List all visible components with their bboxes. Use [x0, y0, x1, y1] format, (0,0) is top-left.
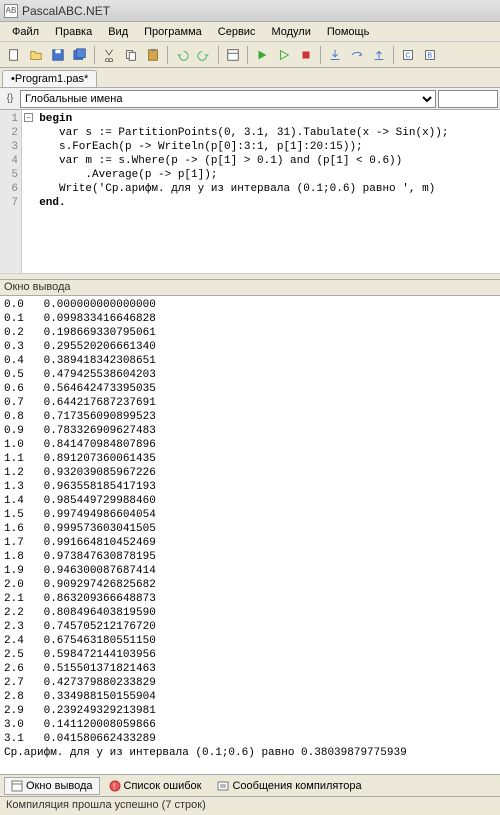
- open-file-icon[interactable]: [26, 45, 46, 65]
- scope-icon: {}: [2, 91, 18, 107]
- code-line: end.: [39, 197, 65, 209]
- compile-icon[interactable]: C: [398, 45, 418, 65]
- step-over-icon[interactable]: [347, 45, 367, 65]
- menubar: Файл Правка Вид Программа Сервис Модули …: [0, 22, 500, 42]
- scope-bar: {} Глобальные имена: [0, 88, 500, 110]
- statusbar: Компиляция прошла успешно (7 строк): [0, 797, 500, 815]
- window-title: PascalABC.NET: [22, 4, 110, 18]
- app-icon: AB: [4, 4, 18, 18]
- menu-file[interactable]: Файл: [4, 24, 47, 40]
- svg-text:B: B: [427, 52, 432, 59]
- scope-select[interactable]: Глобальные имена: [20, 90, 436, 108]
- separator: [320, 46, 321, 64]
- separator: [247, 46, 248, 64]
- paste-icon[interactable]: [143, 45, 163, 65]
- redo-icon[interactable]: [194, 45, 214, 65]
- separator: [393, 46, 394, 64]
- tab-label: Окно вывода: [26, 780, 93, 792]
- errors-tab-icon: !: [109, 780, 121, 792]
- tab-program1[interactable]: •Program1.pas*: [2, 70, 97, 87]
- step-into-icon[interactable]: [325, 45, 345, 65]
- output-panel[interactable]: 0.0 0.000000000000000 0.1 0.099833416646…: [0, 296, 500, 775]
- compiler-tab-icon: [217, 780, 229, 792]
- code-line: begin: [39, 113, 72, 125]
- separator: [167, 46, 168, 64]
- menu-view[interactable]: Вид: [100, 24, 136, 40]
- svg-text:!: !: [113, 782, 115, 791]
- titlebar: AB PascalABC.NET: [0, 0, 500, 22]
- separator: [218, 46, 219, 64]
- tab-output[interactable]: Окно вывода: [4, 777, 100, 795]
- code-line: var m := s.Where(p -> (p[1] > 0.1) and (…: [39, 155, 402, 167]
- line-gutter: 1234567: [0, 110, 22, 279]
- bottom-tabs: Окно вывода ! Список ошибок Сообщения ко…: [0, 775, 500, 797]
- copy-icon[interactable]: [121, 45, 141, 65]
- menu-edit[interactable]: Правка: [47, 24, 100, 40]
- editor-tabs: •Program1.pas*: [0, 68, 500, 88]
- menu-program[interactable]: Программа: [136, 24, 210, 40]
- tab-label: Сообщения компилятора: [232, 780, 361, 792]
- menu-service[interactable]: Сервис: [210, 24, 264, 40]
- tab-compiler[interactable]: Сообщения компилятора: [210, 777, 368, 795]
- run-no-debug-icon[interactable]: [274, 45, 294, 65]
- save-icon[interactable]: [48, 45, 68, 65]
- new-file-icon[interactable]: [4, 45, 24, 65]
- code-line: Write('Ср.арифм. для y из интервала (0.1…: [39, 183, 435, 195]
- code-line: var s := PartitionPoints(0, 3.1, 31).Tab…: [39, 127, 448, 139]
- tab-errors[interactable]: ! Список ошибок: [102, 777, 209, 795]
- properties-icon[interactable]: [223, 45, 243, 65]
- code-editor[interactable]: 1234567 − begin var s := PartitionPoints…: [0, 110, 500, 280]
- menu-help[interactable]: Помощь: [319, 24, 378, 40]
- code-area[interactable]: begin var s := PartitionPoints(0, 3.1, 3…: [22, 110, 500, 279]
- svg-text:C: C: [405, 52, 410, 59]
- code-line: .Average(p -> p[1]);: [39, 169, 217, 181]
- build-icon[interactable]: B: [420, 45, 440, 65]
- output-tab-icon: [11, 780, 23, 792]
- code-line: s.ForEach(p -> Writeln(p[0]:3:1, p[1]:20…: [39, 141, 362, 153]
- stop-icon[interactable]: [296, 45, 316, 65]
- output-header: Окно вывода: [0, 280, 500, 296]
- scope-filter[interactable]: [438, 90, 498, 108]
- undo-icon[interactable]: [172, 45, 192, 65]
- tab-label: Список ошибок: [124, 780, 202, 792]
- toolbar: C B: [0, 42, 500, 68]
- menu-modules[interactable]: Модули: [263, 24, 318, 40]
- fold-marker[interactable]: −: [24, 113, 33, 122]
- step-out-icon[interactable]: [369, 45, 389, 65]
- run-icon[interactable]: [252, 45, 272, 65]
- editor-scroll[interactable]: [0, 273, 500, 279]
- save-all-icon[interactable]: [70, 45, 90, 65]
- separator: [94, 46, 95, 64]
- cut-icon[interactable]: [99, 45, 119, 65]
